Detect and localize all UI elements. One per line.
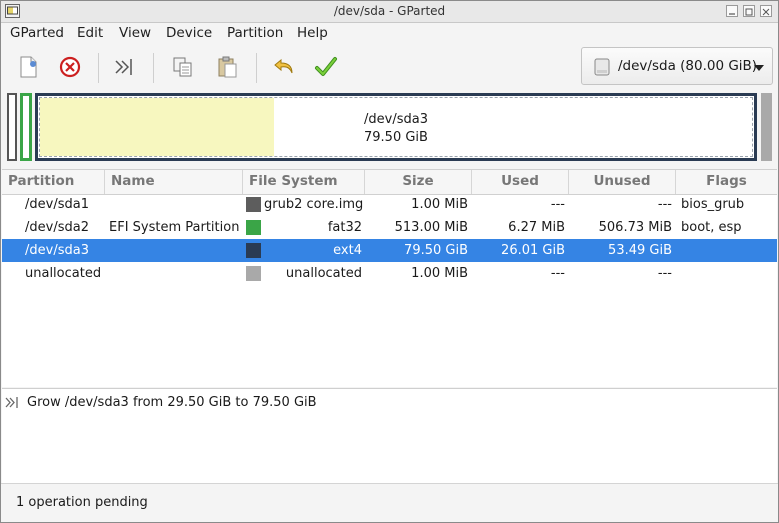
cell-size: 1.00 MiB [411, 197, 468, 212]
segment-size: 79.50 GiB [364, 130, 428, 145]
menu-bar: GParted Edit View Device Partition Help [1, 23, 778, 45]
cell-unused: 506.73 MiB [598, 220, 672, 235]
column-header-file-system[interactable]: File System [243, 170, 365, 194]
cell-partition: /dev/sda3 [25, 243, 89, 258]
maximize-icon [745, 8, 753, 16]
cell-unused: --- [657, 266, 672, 281]
selection-outline [39, 97, 753, 157]
new-icon [20, 56, 37, 78]
toolbar-separator [153, 53, 154, 83]
cell-partition: unallocated [25, 266, 102, 281]
copy-icon [173, 57, 192, 77]
cell-size: 1.00 MiB [411, 266, 468, 281]
menu-edit[interactable]: Edit [77, 25, 103, 41]
cell-unused: 53.49 GiB [608, 243, 672, 258]
filesystem-color-swatch [246, 220, 261, 235]
window-title: /dev/sda - GParted [333, 4, 446, 18]
column-header-name[interactable]: Name [105, 170, 243, 194]
cell-partition: /dev/sda1 [25, 197, 89, 212]
cell-used: --- [550, 197, 565, 212]
menu-view[interactable]: View [119, 25, 151, 41]
column-header-flags[interactable]: Flags [676, 170, 777, 194]
delete-partition-button[interactable] [56, 53, 84, 81]
minimize-icon [729, 13, 735, 15]
table-row[interactable]: /dev/sda1 grub2 core.img 1.00 MiB --- --… [2, 193, 777, 216]
cell-partition: /dev/sda2 [25, 220, 89, 235]
paste-icon [218, 56, 237, 78]
filesystem-color-swatch [246, 197, 261, 212]
close-icon [762, 8, 770, 16]
cell-size: 79.50 GiB [404, 243, 468, 258]
undo-icon [274, 58, 293, 74]
cell-name: EFI System Partition [109, 220, 240, 235]
table-row-selected[interactable]: /dev/sda3 ext4 79.50 GiB 26.01 GiB 53.49… [2, 239, 777, 262]
column-header-size[interactable]: Size [365, 170, 472, 194]
cell-used: 26.01 GiB [501, 243, 565, 258]
gparted-window: /dev/sda - GParted GParted Edit View Dev… [0, 0, 779, 523]
undo-button[interactable] [271, 53, 299, 81]
menu-partition[interactable]: Partition [227, 25, 283, 41]
cell-size: 513.00 MiB [394, 220, 468, 235]
resize-move-button[interactable] [111, 53, 139, 81]
pending-operation-text: Grow /dev/sda3 from 29.50 GiB to 79.50 G… [27, 395, 317, 410]
disk-segment-sda2[interactable] [20, 93, 32, 161]
menu-device[interactable]: Device [166, 25, 212, 41]
device-selector[interactable]: /dev/sda (80.00 GiB) [581, 47, 773, 85]
cell-flags: boot, esp [681, 220, 742, 235]
column-header-partition[interactable]: Partition [2, 170, 105, 194]
status-text: 1 operation pending [16, 495, 148, 510]
delete-icon [59, 56, 81, 78]
filesystem-color-swatch [246, 243, 261, 258]
partition-table: Partition Name File System Size Used Unu… [2, 169, 777, 387]
minimize-button[interactable] [726, 5, 738, 17]
status-bar: 1 operation pending [1, 483, 778, 522]
cell-file-system: grub2 core.img [264, 197, 364, 212]
disk-graphic: /dev/sda3 79.50 GiB [1, 91, 778, 163]
cell-unused: --- [657, 197, 672, 212]
disk-segment-sda3[interactable]: /dev/sda3 79.50 GiB [35, 93, 757, 161]
table-header: Partition Name File System Size Used Unu… [2, 169, 777, 195]
disk-segment-sda1[interactable] [7, 93, 17, 161]
table-row[interactable]: unallocated unallocated 1.00 MiB --- --- [2, 262, 777, 285]
cell-file-system: fat32 [327, 220, 362, 235]
resize-move-icon [115, 59, 132, 75]
resize-move-icon [5, 397, 18, 408]
chevron-down-icon [754, 65, 764, 71]
new-partition-button[interactable] [14, 53, 42, 81]
menu-help[interactable]: Help [297, 25, 328, 41]
filesystem-color-swatch [246, 266, 261, 281]
apply-icon [315, 57, 337, 76]
close-window-button[interactable] [760, 5, 772, 17]
column-header-unused[interactable]: Unused [569, 170, 676, 194]
cell-flags: bios_grub [681, 197, 745, 212]
copy-button[interactable] [169, 53, 197, 81]
segment-name: /dev/sda3 [364, 112, 428, 127]
cell-used: 6.27 MiB [508, 220, 565, 235]
cell-used: --- [550, 266, 565, 281]
disk-segment-unallocated[interactable] [761, 93, 772, 161]
column-header-used[interactable]: Used [472, 170, 569, 194]
toolbar-separator [98, 53, 99, 83]
device-selector-label: /dev/sda (80.00 GiB) [618, 58, 758, 74]
maximize-button[interactable] [743, 5, 755, 17]
table-row[interactable]: /dev/sda2 EFI System Partition fat32 513… [2, 216, 777, 239]
title-bar: /dev/sda - GParted [1, 1, 778, 23]
apply-button[interactable] [312, 53, 340, 81]
pending-operations-pane: Grow /dev/sda3 from 29.50 GiB to 79.50 G… [2, 388, 777, 483]
paste-button[interactable] [213, 53, 241, 81]
cell-file-system: unallocated [285, 266, 362, 281]
toolbar-separator [256, 53, 257, 83]
hard-disk-icon [594, 58, 610, 76]
menu-gparted[interactable]: GParted [10, 25, 64, 41]
cell-file-system: ext4 [333, 243, 362, 258]
